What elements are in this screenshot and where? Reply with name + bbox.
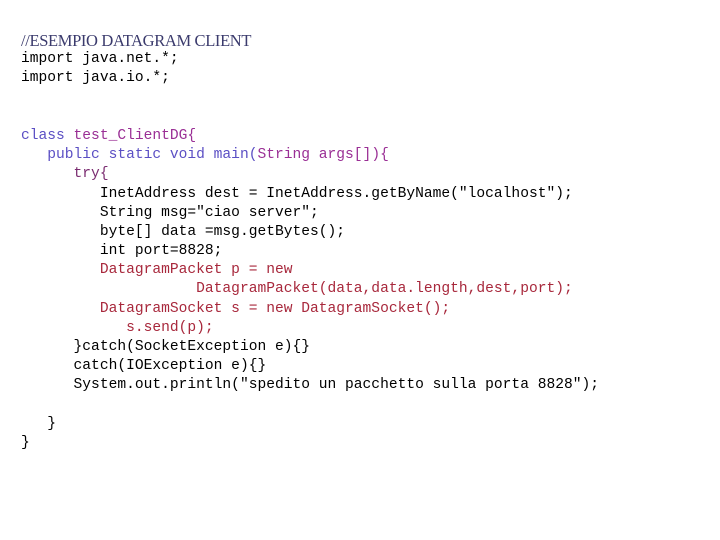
code-token: DatagramPacket(data,data.length,dest,por… bbox=[21, 281, 573, 298]
code-token: InetAddress dest = InetAddress.getByName… bbox=[21, 185, 573, 202]
code-listing: //ESEMPIO DATAGRAM CLIENT import java.net… bbox=[21, 31, 711, 453]
code-token: } bbox=[21, 434, 30, 451]
line-inetaddress: InetAddress dest = InetAddress.getByName… bbox=[21, 185, 711, 204]
line-import-io: import java.io.*; bbox=[21, 69, 711, 88]
code-token: catch(IOException e){} bbox=[21, 358, 267, 375]
code-token: //ESEMPIO DATAGRAM CLIENT bbox=[21, 31, 252, 50]
code-token: DatagramPacket p = new bbox=[21, 262, 293, 279]
code-token: String args[]){ bbox=[257, 147, 389, 164]
line-import-net: import java.net.*; bbox=[21, 50, 711, 69]
line-catch-io: catch(IOException e){} bbox=[21, 357, 711, 376]
code-token: } bbox=[21, 415, 57, 432]
line-msg: String msg="ciao server"; bbox=[21, 204, 711, 223]
line-try: try{ bbox=[21, 165, 711, 184]
code-token: }catch(SocketException e){} bbox=[21, 339, 311, 355]
code-token: test_ClientDG{ bbox=[73, 127, 197, 144]
line-bytes: byte[] data =msg.getBytes(); bbox=[21, 223, 711, 242]
slide-canvas: //ESEMPIO DATAGRAM CLIENT import java.net… bbox=[0, 0, 720, 540]
line-send: s.send(p); bbox=[21, 319, 711, 338]
code-token: String msg="ciao server"; bbox=[21, 204, 319, 221]
code-token: public static void main( bbox=[21, 147, 258, 164]
line-blank-2 bbox=[21, 108, 711, 127]
code-token: import java.net.*; bbox=[21, 51, 179, 68]
code-token: import java.io.*; bbox=[21, 70, 170, 87]
code-token: System.out.println("spedito un pacchetto… bbox=[21, 377, 600, 394]
code-token: byte[] data =msg.getBytes(); bbox=[21, 223, 346, 240]
line-println: System.out.println("spedito un pacchetto… bbox=[21, 376, 711, 395]
line-packet-decl: DatagramPacket p = new bbox=[21, 261, 711, 280]
line-class-decl: class test_ClientDG{ bbox=[21, 127, 711, 146]
line-blank-3 bbox=[21, 396, 711, 415]
line-comment-title: //ESEMPIO DATAGRAM CLIENT bbox=[21, 31, 711, 50]
line-packet-ctor: DatagramPacket(data,data.length,dest,por… bbox=[21, 280, 711, 299]
line-close-class: } bbox=[21, 434, 711, 453]
code-token: DatagramSocket s = new DatagramSocket(); bbox=[21, 300, 451, 317]
code-token: class bbox=[21, 127, 74, 144]
code-token: try{ bbox=[21, 166, 109, 183]
line-main-method: public static void main(String args[]){ bbox=[21, 146, 711, 165]
line-close-method: } bbox=[21, 415, 711, 434]
line-port: int port=8828; bbox=[21, 242, 711, 261]
line-catch-socket: }catch(SocketException e){} bbox=[21, 338, 711, 357]
code-token: s.send(p); bbox=[21, 319, 214, 336]
line-blank-1 bbox=[21, 89, 711, 108]
code-token: int port=8828; bbox=[21, 243, 223, 260]
line-socket-decl: DatagramSocket s = new DatagramSocket(); bbox=[21, 300, 711, 319]
